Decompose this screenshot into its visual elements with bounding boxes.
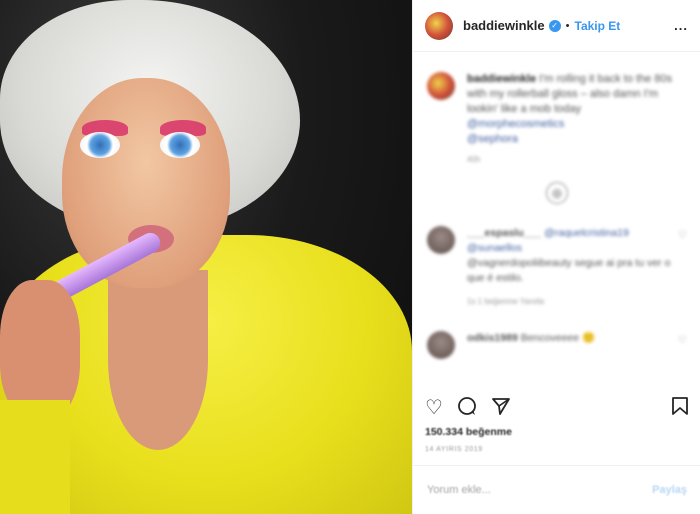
comment-username[interactable]: odkis1989 (467, 332, 518, 344)
header-username[interactable]: baddiewinkle (463, 18, 545, 33)
likes-count[interactable]: 150.334 beğenme (425, 426, 512, 438)
post-date: 14 AYIRIS 2019 (425, 446, 483, 453)
comment-body: @vagnerdopoliibeauty segue ai pra tu ver… (467, 257, 671, 284)
more-options-button[interactable]: ... (674, 18, 688, 33)
photo-hand (0, 280, 80, 420)
comment-mention-2[interactable]: @sunaellos (467, 242, 522, 254)
post-header: baddiewinkle ✓ • Takip Et ... (413, 0, 700, 52)
caption-time: 40h (467, 155, 481, 164)
post-caption: baddiewinkle I'm rolling it back to the … (427, 72, 687, 147)
photo-arm (0, 400, 70, 514)
comment-text-block: ___espaslu___ @raquelcristina19 @sunaell… (467, 226, 677, 309)
follow-button[interactable]: Takip Et (575, 19, 621, 33)
caption-mention-sephora[interactable]: @sephora (467, 133, 518, 145)
add-comment-bar: Yorum ekle... Paylaş (413, 465, 700, 514)
comment-item: ___espaslu___ @raquelcristina19 @sunaell… (427, 226, 687, 309)
comment-avatar[interactable] (427, 226, 455, 254)
post-actions-bar: ♡ (413, 394, 700, 422)
add-comment-input[interactable]: Yorum ekle... (427, 484, 491, 496)
post-side-panel: baddiewinkle ✓ • Takip Et ... baddiewink… (412, 0, 700, 514)
avatar[interactable] (425, 11, 453, 40)
comment-bubble-icon[interactable] (457, 396, 477, 420)
comment-username[interactable]: ___espaslu___ (467, 227, 541, 239)
instagram-post: baddiewinkle ✓ • Takip Et ... baddiewink… (0, 0, 700, 514)
caption-mention-morphe[interactable]: @morphecosmetics (467, 118, 564, 130)
comment-meta: 1s 1 beğenme Yanıtla (467, 297, 545, 306)
caption-text-block: baddiewinkle I'm rolling it back to the … (467, 72, 677, 147)
comment-item: odkis1989 Bencoveeee 🙂 ♡ (427, 331, 687, 359)
comment-mention[interactable]: @raquelcristina19 (544, 227, 629, 239)
comment-like-heart-icon[interactable]: ♡ (678, 335, 687, 346)
send-icon[interactable] (491, 396, 511, 420)
comment-avatar[interactable] (427, 331, 455, 359)
comments-list[interactable]: baddiewinkle I'm rolling it back to the … (413, 60, 700, 380)
photo-eye-left (80, 132, 120, 158)
heart-icon[interactable]: ♡ (425, 398, 443, 418)
caption-avatar[interactable] (427, 72, 455, 100)
bookmark-icon[interactable] (671, 396, 689, 420)
photo-neck (108, 270, 208, 450)
comment-like-heart-icon[interactable]: ♡ (678, 230, 687, 241)
post-comment-button[interactable]: Paylaş (652, 484, 687, 496)
caption-username[interactable]: baddiewinkle (467, 73, 536, 85)
post-photo (0, 0, 412, 514)
header-separator: • (565, 19, 570, 32)
load-more-comments-button[interactable]: ⊕ (546, 182, 568, 204)
comment-body: Bencoveeee 🙂 (520, 332, 596, 344)
check-badge-icon: ✓ (548, 19, 561, 32)
comment-text-block: odkis1989 Bencoveeee 🙂 (467, 331, 677, 359)
photo-eye-right (160, 132, 200, 158)
